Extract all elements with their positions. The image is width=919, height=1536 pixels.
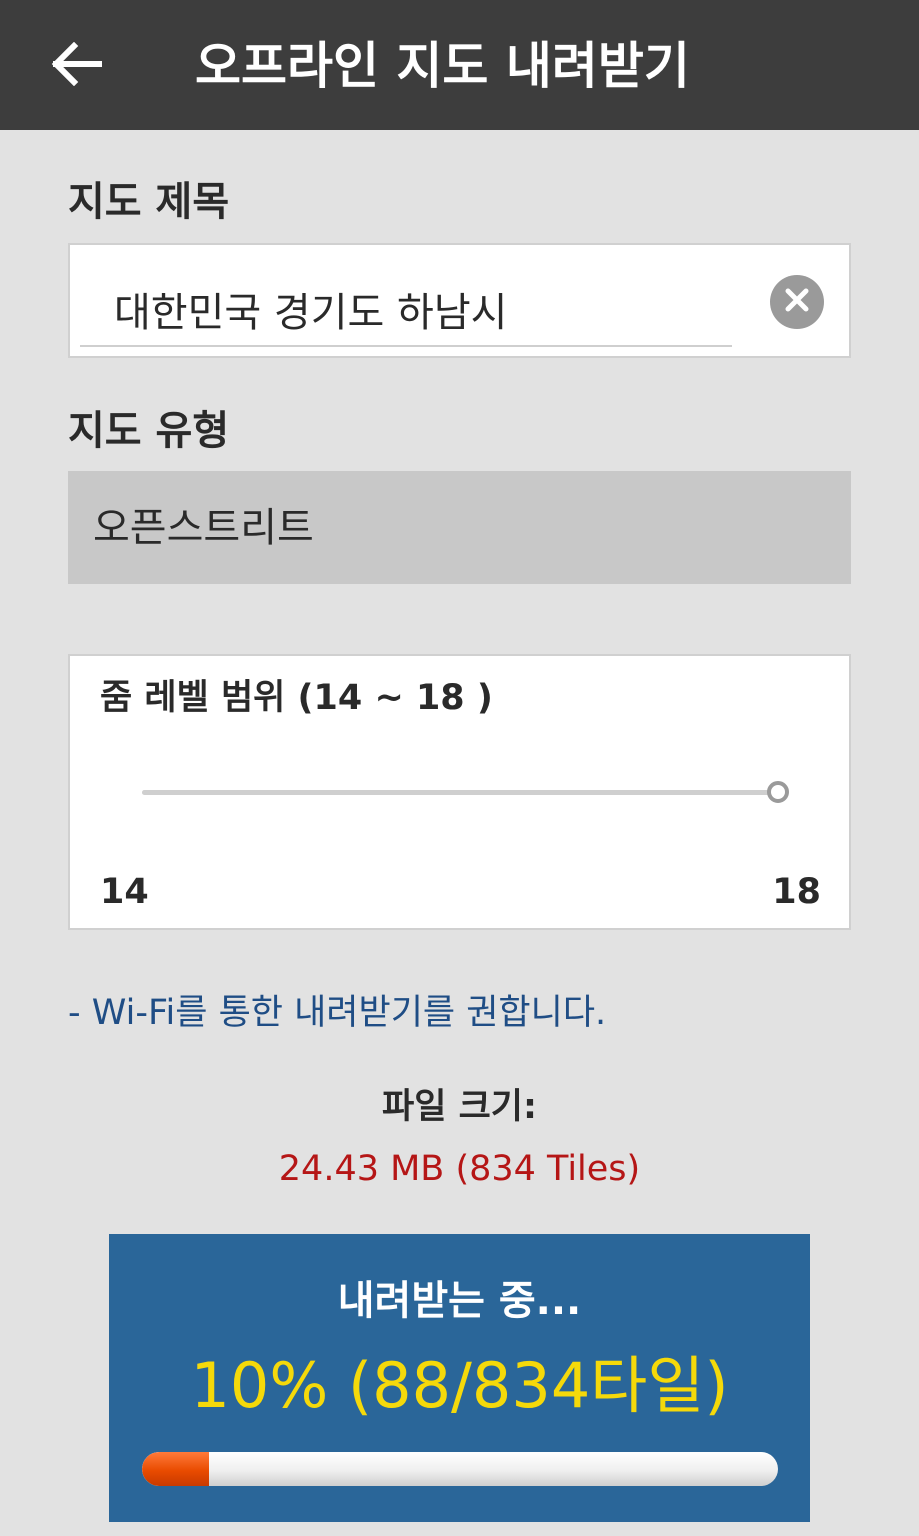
clear-circle-icon: [784, 287, 810, 317]
zoom-max-label: 18: [772, 872, 821, 912]
map-title-input[interactable]: [80, 273, 732, 347]
wifi-note: - Wi-Fi를 통한 내려받기를 권합니다.: [68, 993, 607, 1033]
map-type-select[interactable]: 오픈스트리트: [68, 471, 851, 584]
zoom-min-label: 14: [100, 872, 149, 912]
file-size-label: 파일 크기:: [382, 1087, 537, 1127]
arrow-left-icon: [50, 41, 103, 90]
zoom-range-slider[interactable]: [142, 781, 789, 803]
map-type-label: 지도 유형: [68, 408, 230, 454]
zoom-slider-thumb[interactable]: [767, 781, 789, 803]
file-size-value: 24.43 MB (834 Tiles): [278, 1149, 641, 1189]
zoom-range-fill: [142, 790, 778, 795]
map-title-label: 지도 제목: [68, 179, 230, 225]
download-status: 내려받는 중...: [337, 1278, 582, 1324]
back-button[interactable]: [40, 30, 112, 102]
zoom-range-card: 줌 레벨 범위 (14 ~ 18 ) 14 18: [68, 654, 851, 930]
download-progress-text: 10% (88/834타일): [190, 1349, 729, 1422]
clear-button[interactable]: [770, 275, 824, 329]
download-progress-panel: 내려받는 중... 10% (88/834타일): [109, 1234, 810, 1522]
app-bar: 오프라인 지도 내려받기: [0, 0, 919, 130]
download-progress-fill: [142, 1452, 210, 1486]
zoom-range-title: 줌 레벨 범위 (14 ~ 18 ): [100, 678, 493, 718]
page-title: 오프라인 지도 내려받기: [195, 37, 690, 95]
download-progress-bar: [142, 1452, 778, 1486]
map-type-value: 오픈스트리트: [93, 505, 314, 551]
map-title-field: [68, 243, 851, 358]
